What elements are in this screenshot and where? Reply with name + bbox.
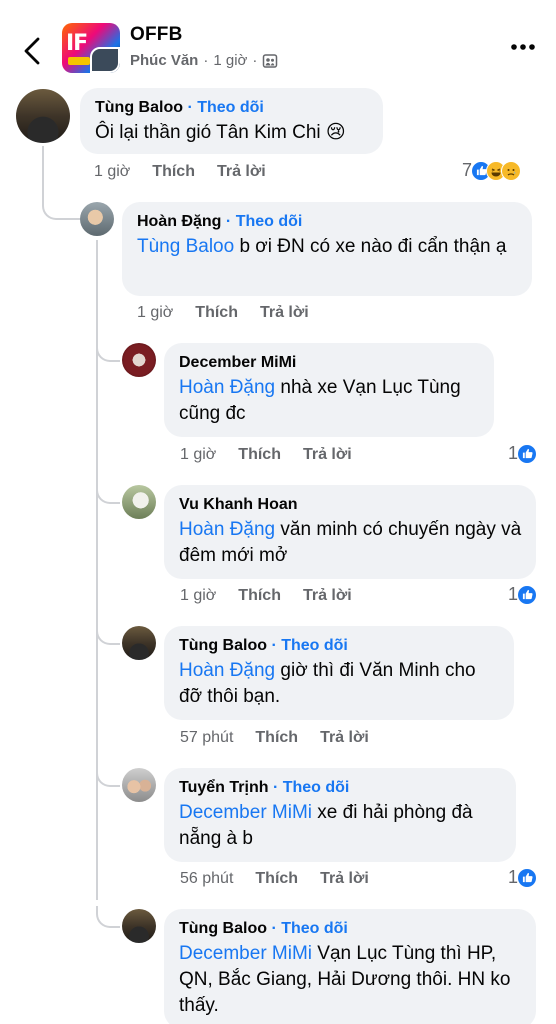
- more-dots-icon[interactable]: [510, 42, 536, 52]
- avatar[interactable]: [80, 202, 114, 236]
- reply-button[interactable]: Trả lời: [303, 587, 352, 605]
- avatar[interactable]: [16, 89, 70, 143]
- post-author[interactable]: Phúc Văn: [130, 52, 198, 69]
- like-button[interactable]: Thích: [195, 304, 238, 322]
- like-button[interactable]: Thích: [152, 163, 195, 181]
- reaction-summary[interactable]: 1: [508, 867, 538, 888]
- comment-text: Hoàn Đặng giờ thì đi Văn Minh cho đỡ thô…: [179, 660, 476, 707]
- sad-reaction-icon: [501, 160, 522, 181]
- like-reaction-icon: [517, 443, 538, 464]
- comment-actions: 1 giờ Thích Trả lời: [180, 587, 374, 605]
- avatar[interactable]: [122, 909, 156, 943]
- comment-bubble: Tùng Baloo · Theo dõi December MiMi Vạn …: [164, 909, 536, 1024]
- like-button[interactable]: Thích: [255, 729, 298, 747]
- commenter-name[interactable]: Hoàn Đặng: [137, 213, 221, 230]
- follow-button[interactable]: Theo dõi: [197, 99, 264, 116]
- comment-text: December MiMi Vạn Lục Tùng thì HP, QN, B…: [179, 943, 511, 1016]
- comment-time[interactable]: 1 giờ: [180, 446, 216, 464]
- comment-time[interactable]: 1 giờ: [94, 163, 130, 181]
- commenter-name[interactable]: Tuyển Trịnh: [179, 779, 268, 796]
- comment-time[interactable]: 1 giờ: [180, 587, 216, 605]
- post-header: IF OFFB Phúc Văn · 1 giờ ·: [0, 0, 556, 88]
- comment-bubble: Tuyển Trịnh · Theo dõi December MiMi xe …: [164, 768, 516, 862]
- comment-actions: 57 phút Thích Trả lời: [180, 729, 391, 747]
- post-subtitle: Phúc Văn · 1 giờ ·: [130, 52, 278, 69]
- group-avatar-logo: IF: [66, 31, 88, 56]
- commenter-name[interactable]: Tùng Baloo: [179, 637, 267, 654]
- comment-actions: 1 giờ Thích Trả lời: [94, 163, 288, 181]
- mention-link[interactable]: Hoàn Đặng: [179, 519, 275, 540]
- like-button[interactable]: Thích: [238, 446, 281, 464]
- post-time[interactable]: 1 giờ: [213, 52, 247, 69]
- reply-button[interactable]: Trả lời: [320, 729, 369, 747]
- follow-button[interactable]: Theo dõi: [281, 637, 348, 654]
- comment-time[interactable]: 56 phút: [180, 870, 233, 888]
- comment-time[interactable]: 1 giờ: [137, 304, 173, 322]
- like-reaction-icon: [517, 584, 538, 605]
- reply-button[interactable]: Trả lời: [260, 304, 309, 322]
- reaction-summary[interactable]: 1: [508, 584, 538, 605]
- reply-button[interactable]: Trả lời: [217, 163, 266, 181]
- commenter-name[interactable]: December MiMi: [179, 354, 296, 371]
- follow-button[interactable]: Theo dõi: [283, 779, 350, 796]
- mention-link[interactable]: December MiMi: [179, 943, 312, 964]
- comment-actions: 1 giờ Thích Trả lời: [180, 446, 374, 464]
- follow-button[interactable]: Theo dõi: [236, 213, 303, 230]
- comment-bubble: Vu Khanh Hoan Hoàn Đặng văn minh có chuy…: [164, 485, 536, 579]
- like-button[interactable]: Thích: [238, 587, 281, 605]
- follow-button[interactable]: Theo dõi: [281, 920, 348, 937]
- group-avatar[interactable]: IF: [62, 23, 120, 73]
- comment-text: Hoàn Đặng nhà xe Vạn Lục Tùng cũng đc: [179, 377, 461, 424]
- commenter-name[interactable]: Tùng Baloo: [95, 99, 183, 116]
- comment-bubble: Hoàn Đặng · Theo dõi Tùng Baloo b ơi ĐN …: [122, 202, 532, 296]
- like-button[interactable]: Thích: [255, 870, 298, 888]
- comment-text: Tùng Baloo b ơi ĐN có xe nào đi cẩn thận…: [137, 236, 507, 257]
- comment-text: December MiMi xe đi hải phòng đà nẵng à …: [179, 802, 473, 849]
- back-icon[interactable]: [18, 36, 48, 66]
- comment-actions: 1 giờ Thích Trả lời: [137, 304, 331, 322]
- reaction-summary[interactable]: 7: [462, 160, 522, 181]
- mention-link[interactable]: December MiMi: [179, 802, 312, 823]
- comment-text: Ôi lại thần gió Tân Kim Chi 😢: [95, 122, 346, 143]
- avatar[interactable]: [122, 768, 156, 802]
- reply-button[interactable]: Trả lời: [320, 870, 369, 888]
- mention-link[interactable]: Tùng Baloo: [137, 236, 234, 257]
- comment-actions: 56 phút Thích Trả lời: [180, 870, 391, 888]
- mention-link[interactable]: Hoàn Đặng: [179, 660, 275, 681]
- mention-link[interactable]: Hoàn Đặng: [179, 377, 275, 398]
- comment-time[interactable]: 57 phút: [180, 729, 233, 747]
- group-name[interactable]: OFFB: [130, 24, 183, 46]
- author-avatar: [90, 47, 120, 73]
- commenter-name[interactable]: Vu Khanh Hoan: [179, 496, 298, 513]
- avatar[interactable]: [122, 485, 156, 519]
- avatar[interactable]: [122, 626, 156, 660]
- commenter-name[interactable]: Tùng Baloo: [179, 920, 267, 937]
- reply-button[interactable]: Trả lời: [303, 446, 352, 464]
- members-icon: [263, 53, 278, 68]
- avatar[interactable]: [122, 343, 156, 377]
- comment-text: Hoàn Đặng văn minh có chuyến ngày và đêm…: [179, 519, 522, 566]
- comment-bubble: Tùng Baloo · Theo dõi Ôi lại thần gió Tâ…: [80, 88, 383, 154]
- comment-bubble: December MiMi Hoàn Đặng nhà xe Vạn Lục T…: [164, 343, 494, 437]
- like-reaction-icon: [517, 867, 538, 888]
- reaction-summary[interactable]: 1: [508, 443, 538, 464]
- comment-bubble: Tùng Baloo · Theo dõi Hoàn Đặng giờ thì …: [164, 626, 514, 720]
